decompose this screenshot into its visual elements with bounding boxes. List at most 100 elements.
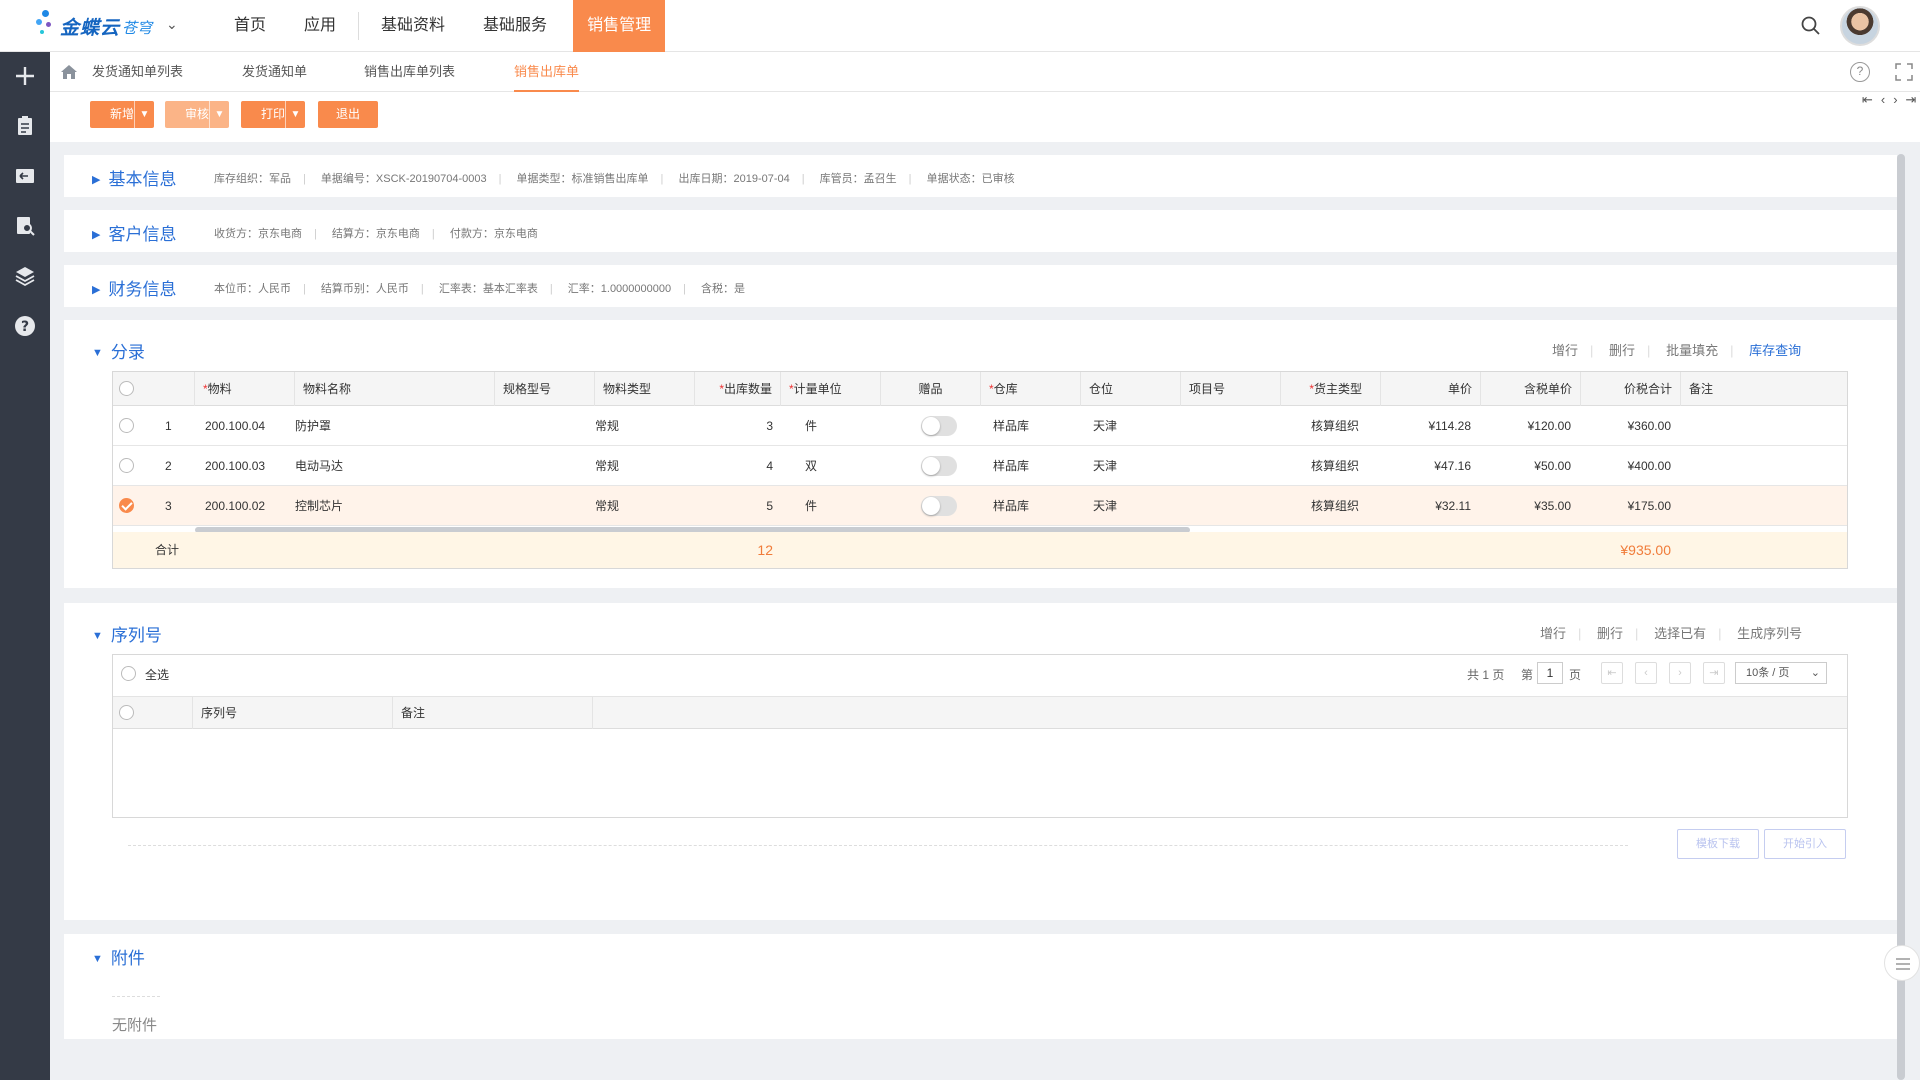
finance-info-header[interactable]: ▶ 财务信息	[92, 275, 176, 300]
header-radio[interactable]	[119, 705, 134, 720]
row-warehouse[interactable]: 样品库	[993, 486, 1029, 526]
nav-item-basic-services[interactable]: 基础服务	[467, 0, 563, 52]
row-unit[interactable]: 件	[805, 406, 817, 446]
plus-icon[interactable]	[13, 64, 37, 88]
inbox-icon[interactable]	[13, 164, 37, 188]
add-row-button[interactable]: 增行	[1552, 343, 1578, 358]
nav-item-apps[interactable]: 应用	[288, 0, 352, 52]
serial-header[interactable]: ▼ 序列号	[92, 621, 162, 646]
chevron-down-icon[interactable]: ▼	[285, 101, 305, 128]
row-radio[interactable]	[119, 458, 134, 473]
page-number-input[interactable]: 1	[1537, 662, 1563, 684]
generate-serial-button[interactable]: 生成序列号	[1737, 626, 1802, 641]
row-tax-price[interactable]: ¥120.00	[1481, 406, 1571, 446]
clipboard-icon[interactable]	[13, 114, 37, 138]
total-amount: ¥935.00	[1620, 542, 1671, 558]
entries-header[interactable]: ▼ 分录	[92, 338, 145, 363]
row-radio[interactable]	[119, 418, 134, 433]
tab-delivery-notice[interactable]: 发货通知单	[242, 52, 307, 92]
select-all-radio[interactable]	[119, 381, 134, 396]
row-unit[interactable]: 双	[805, 446, 817, 486]
tab-sales-outbound-list[interactable]: 销售出库单列表	[364, 52, 455, 92]
help-circle-icon[interactable]: ?	[13, 314, 37, 338]
start-import-button[interactable]: 开始引入	[1764, 829, 1846, 859]
row-warehouse[interactable]: 样品库	[993, 446, 1029, 486]
fullscreen-icon[interactable]	[1894, 62, 1914, 82]
attachment-header[interactable]: ▼ 附件	[92, 944, 145, 969]
print-button[interactable]: 打印 ▼	[241, 101, 305, 128]
template-download-button[interactable]: 模板下载	[1677, 829, 1759, 859]
row-radio-checked[interactable]	[119, 498, 134, 513]
row-qty[interactable]: 5	[695, 486, 773, 526]
batch-fill-button[interactable]: 批量填充	[1666, 343, 1718, 358]
row-price[interactable]: ¥32.11	[1381, 486, 1471, 526]
row-tax-price[interactable]: ¥50.00	[1481, 446, 1571, 486]
last-page-icon[interactable]: ⇥	[1703, 662, 1725, 684]
row-location[interactable]: 天津	[1093, 446, 1117, 486]
row-location[interactable]: 天津	[1093, 406, 1117, 446]
finance-info-panel: ▶ 财务信息 本位币：人民币 | 结算币别：人民币 | 汇率表：基本汇率表 | 汇率：1…	[64, 265, 1897, 307]
gift-toggle[interactable]	[921, 456, 957, 476]
serial-delete-row-button[interactable]: 删行	[1597, 626, 1623, 641]
help-icon[interactable]: ?	[1850, 62, 1870, 82]
record-pager[interactable]: ⇤‹›⇥	[1862, 92, 1920, 110]
chevron-down-icon[interactable]: ⌄	[166, 16, 178, 33]
layers-icon[interactable]	[13, 264, 37, 288]
row-material-code[interactable]: 200.100.04	[205, 406, 265, 446]
total-label: 合计	[155, 543, 180, 557]
row-total: ¥175.00	[1627, 499, 1671, 513]
inventory-query-button[interactable]: 库存查询	[1749, 343, 1801, 358]
nav-item-basic-data[interactable]: 基础资料	[365, 0, 461, 52]
row-owner-type[interactable]: 核算组织	[1311, 486, 1359, 526]
chevron-down-icon[interactable]: ▼	[209, 101, 229, 128]
menu-icon	[1896, 958, 1910, 970]
prev-page-icon[interactable]: ‹	[1635, 662, 1657, 684]
row-tax-price[interactable]: ¥35.00	[1481, 486, 1571, 526]
vertical-scrollbar[interactable]	[1897, 154, 1905, 1080]
row-unit[interactable]: 件	[805, 486, 817, 526]
customer-info-header[interactable]: ▶ 客户信息	[92, 220, 176, 245]
select-existing-button[interactable]: 选择已有	[1654, 626, 1706, 641]
row-owner-type[interactable]: 核算组织	[1311, 406, 1359, 446]
page-size-select[interactable]: 10条 / 页 ⌄	[1735, 662, 1827, 684]
app-logo[interactable]: 金蝶云 苍穹 ⌄	[34, 8, 194, 44]
row-price[interactable]: ¥114.28	[1381, 406, 1472, 446]
home-icon[interactable]	[60, 63, 78, 81]
page-prefix: 第	[1521, 668, 1534, 682]
nav-item-sales-management[interactable]: 销售管理	[573, 0, 666, 52]
total-row: 合计 12 ¥935.00	[113, 532, 1847, 568]
next-page-icon[interactable]: ›	[1669, 662, 1691, 684]
row-qty[interactable]: 4	[695, 446, 773, 486]
delete-row-button[interactable]: 删行	[1609, 343, 1635, 358]
table-row-selected[interactable]: 3 200.100.02 控制芯片 常规 5 件 样品库 天津 核算组织 ¥32…	[113, 486, 1847, 526]
exit-button[interactable]: 退出	[318, 101, 378, 128]
chevron-down-icon[interactable]: ▼	[134, 101, 154, 128]
document-search-icon[interactable]	[13, 214, 37, 238]
row-material-code[interactable]: 200.100.02	[205, 486, 265, 526]
row-warehouse[interactable]: 样品库	[993, 406, 1029, 446]
row-price[interactable]: ¥47.16	[1381, 446, 1471, 486]
row-owner-type[interactable]: 核算组织	[1311, 446, 1359, 486]
row-location[interactable]: 天津	[1093, 486, 1117, 526]
row-seq: 3	[165, 499, 172, 513]
gift-toggle[interactable]	[921, 416, 957, 436]
search-icon[interactable]	[1800, 15, 1822, 37]
new-button[interactable]: 新增 ▼	[90, 101, 154, 128]
row-qty[interactable]: 3	[695, 406, 773, 446]
caret-down-icon: ▼	[92, 347, 103, 359]
row-material-code[interactable]: 200.100.03	[205, 446, 265, 486]
gift-toggle[interactable]	[921, 496, 957, 516]
select-all-radio[interactable]	[121, 666, 136, 681]
col-unit: *计量单位	[781, 372, 881, 406]
basic-info-header[interactable]: ▶ 基本信息	[92, 165, 176, 190]
avatar[interactable]	[1840, 6, 1880, 46]
serial-add-row-button[interactable]: 增行	[1540, 626, 1566, 641]
first-page-icon[interactable]: ⇤	[1601, 662, 1623, 684]
table-row[interactable]: 2 200.100.03 电动马达 常规 4 双 样品库 天津 核算组织 ¥47…	[113, 446, 1847, 486]
floating-menu-button[interactable]	[1884, 945, 1920, 981]
nav-item-home[interactable]: 首页	[218, 0, 282, 52]
audit-button[interactable]: 审核 ▼	[165, 101, 229, 128]
tab-delivery-notice-list[interactable]: 发货通知单列表	[92, 52, 183, 92]
table-row[interactable]: 1 200.100.04 防护罩 常规 3 件 样品库 天津 核算组织 ¥114…	[113, 406, 1847, 446]
tab-sales-outbound[interactable]: 销售出库单	[514, 52, 580, 92]
